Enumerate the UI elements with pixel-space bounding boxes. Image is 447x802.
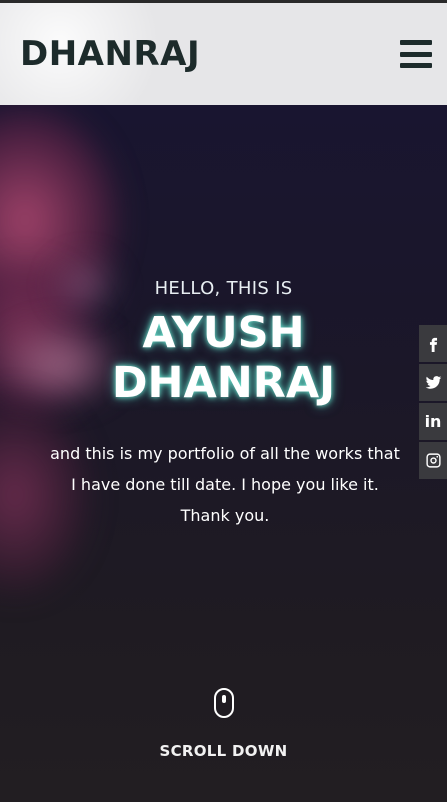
navbar: DHANRAJ — [0, 3, 447, 105]
facebook-icon[interactable] — [419, 325, 447, 362]
social-links: in — [419, 325, 447, 481]
linkedin-icon[interactable]: in — [419, 403, 447, 440]
twitter-icon[interactable] — [419, 364, 447, 401]
intro-line: Thank you. — [180, 506, 270, 525]
intro-line: and this is my portfolio of all the work… — [50, 444, 400, 463]
instagram-icon[interactable] — [419, 442, 447, 479]
mouse-scroll-icon[interactable] — [214, 688, 234, 718]
linkedin-text: in — [424, 412, 442, 431]
scroll-down-link[interactable]: SCROLL DOWN — [0, 742, 447, 760]
hero-name-last: DHANRAJ — [111, 358, 336, 408]
hero-section: HELLO, THIS IS AYUSH DHANRAJ and this is… — [0, 105, 447, 802]
brand-logo[interactable]: DHANRAJ — [20, 34, 200, 74]
menu-bar — [400, 40, 432, 45]
hero-name: AYUSH DHANRAJ — [0, 308, 447, 408]
hero-name-first: AYUSH — [142, 308, 305, 358]
menu-bar — [400, 63, 432, 68]
menu-bar — [400, 51, 432, 57]
hero-greeting: HELLO, THIS IS — [154, 278, 293, 299]
hero-intro: and this is my portfolio of all the work… — [30, 438, 420, 531]
intro-line: I have done till date. I hope you like i… — [71, 475, 379, 494]
hamburger-menu-icon[interactable] — [400, 40, 432, 68]
